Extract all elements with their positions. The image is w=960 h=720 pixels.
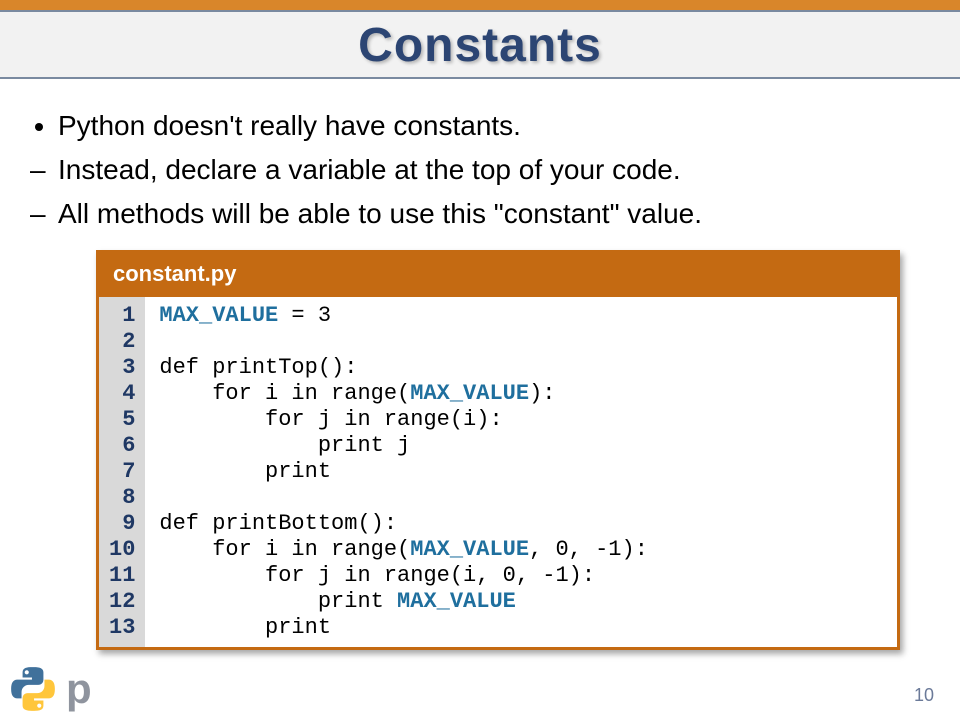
- const-max-value: MAX_VALUE: [410, 381, 529, 406]
- code-l9: def printBottom():: [159, 511, 397, 536]
- bullet-main: Python doesn't really have constants.: [58, 107, 926, 145]
- const-max-value: MAX_VALUE: [410, 537, 529, 562]
- filename-tab: constant.py: [99, 253, 897, 297]
- code-l12a: print: [159, 589, 397, 614]
- page-number: 10: [914, 685, 934, 706]
- code-l4b: ):: [529, 381, 555, 406]
- code-l10b: , 0, -1):: [529, 537, 648, 562]
- bullet-sub-1: Instead, declare a variable at the top o…: [58, 151, 926, 189]
- code-l6: print j: [159, 433, 410, 458]
- python-logo-text: p: [66, 665, 92, 713]
- const-max-value: MAX_VALUE: [397, 589, 516, 614]
- code-l11: for j in range(i, 0, -1):: [159, 563, 595, 588]
- slide-title: Constants: [0, 18, 960, 73]
- slide-body: Python doesn't really have constants. In…: [34, 107, 926, 232]
- title-band: Constants: [0, 10, 960, 79]
- code-body: 1 2 3 4 5 6 7 8 9 10 11 12 13 MAX_VALUE …: [99, 297, 897, 646]
- bullet-sub-2: All methods will be able to use this "co…: [58, 195, 926, 233]
- python-logo: p: [8, 664, 92, 714]
- line-number-gutter: 1 2 3 4 5 6 7 8 9 10 11 12 13: [99, 297, 145, 646]
- code-block: constant.py 1 2 3 4 5 6 7 8 9 10 11 12 1…: [96, 250, 900, 649]
- accent-top: [0, 0, 960, 10]
- code-l10a: for i in range(: [159, 537, 410, 562]
- code-l4a: for i in range(: [159, 381, 410, 406]
- code-l7: print: [159, 459, 331, 484]
- code-l3: def printTop():: [159, 355, 357, 380]
- code-content: MAX_VALUE = 3 def printTop(): for i in r…: [145, 297, 897, 646]
- code-l13: print: [159, 615, 331, 640]
- code-l1-rest: = 3: [278, 303, 331, 328]
- python-icon: [8, 664, 58, 714]
- code-l5: for j in range(i):: [159, 407, 502, 432]
- const-max-value: MAX_VALUE: [159, 303, 278, 328]
